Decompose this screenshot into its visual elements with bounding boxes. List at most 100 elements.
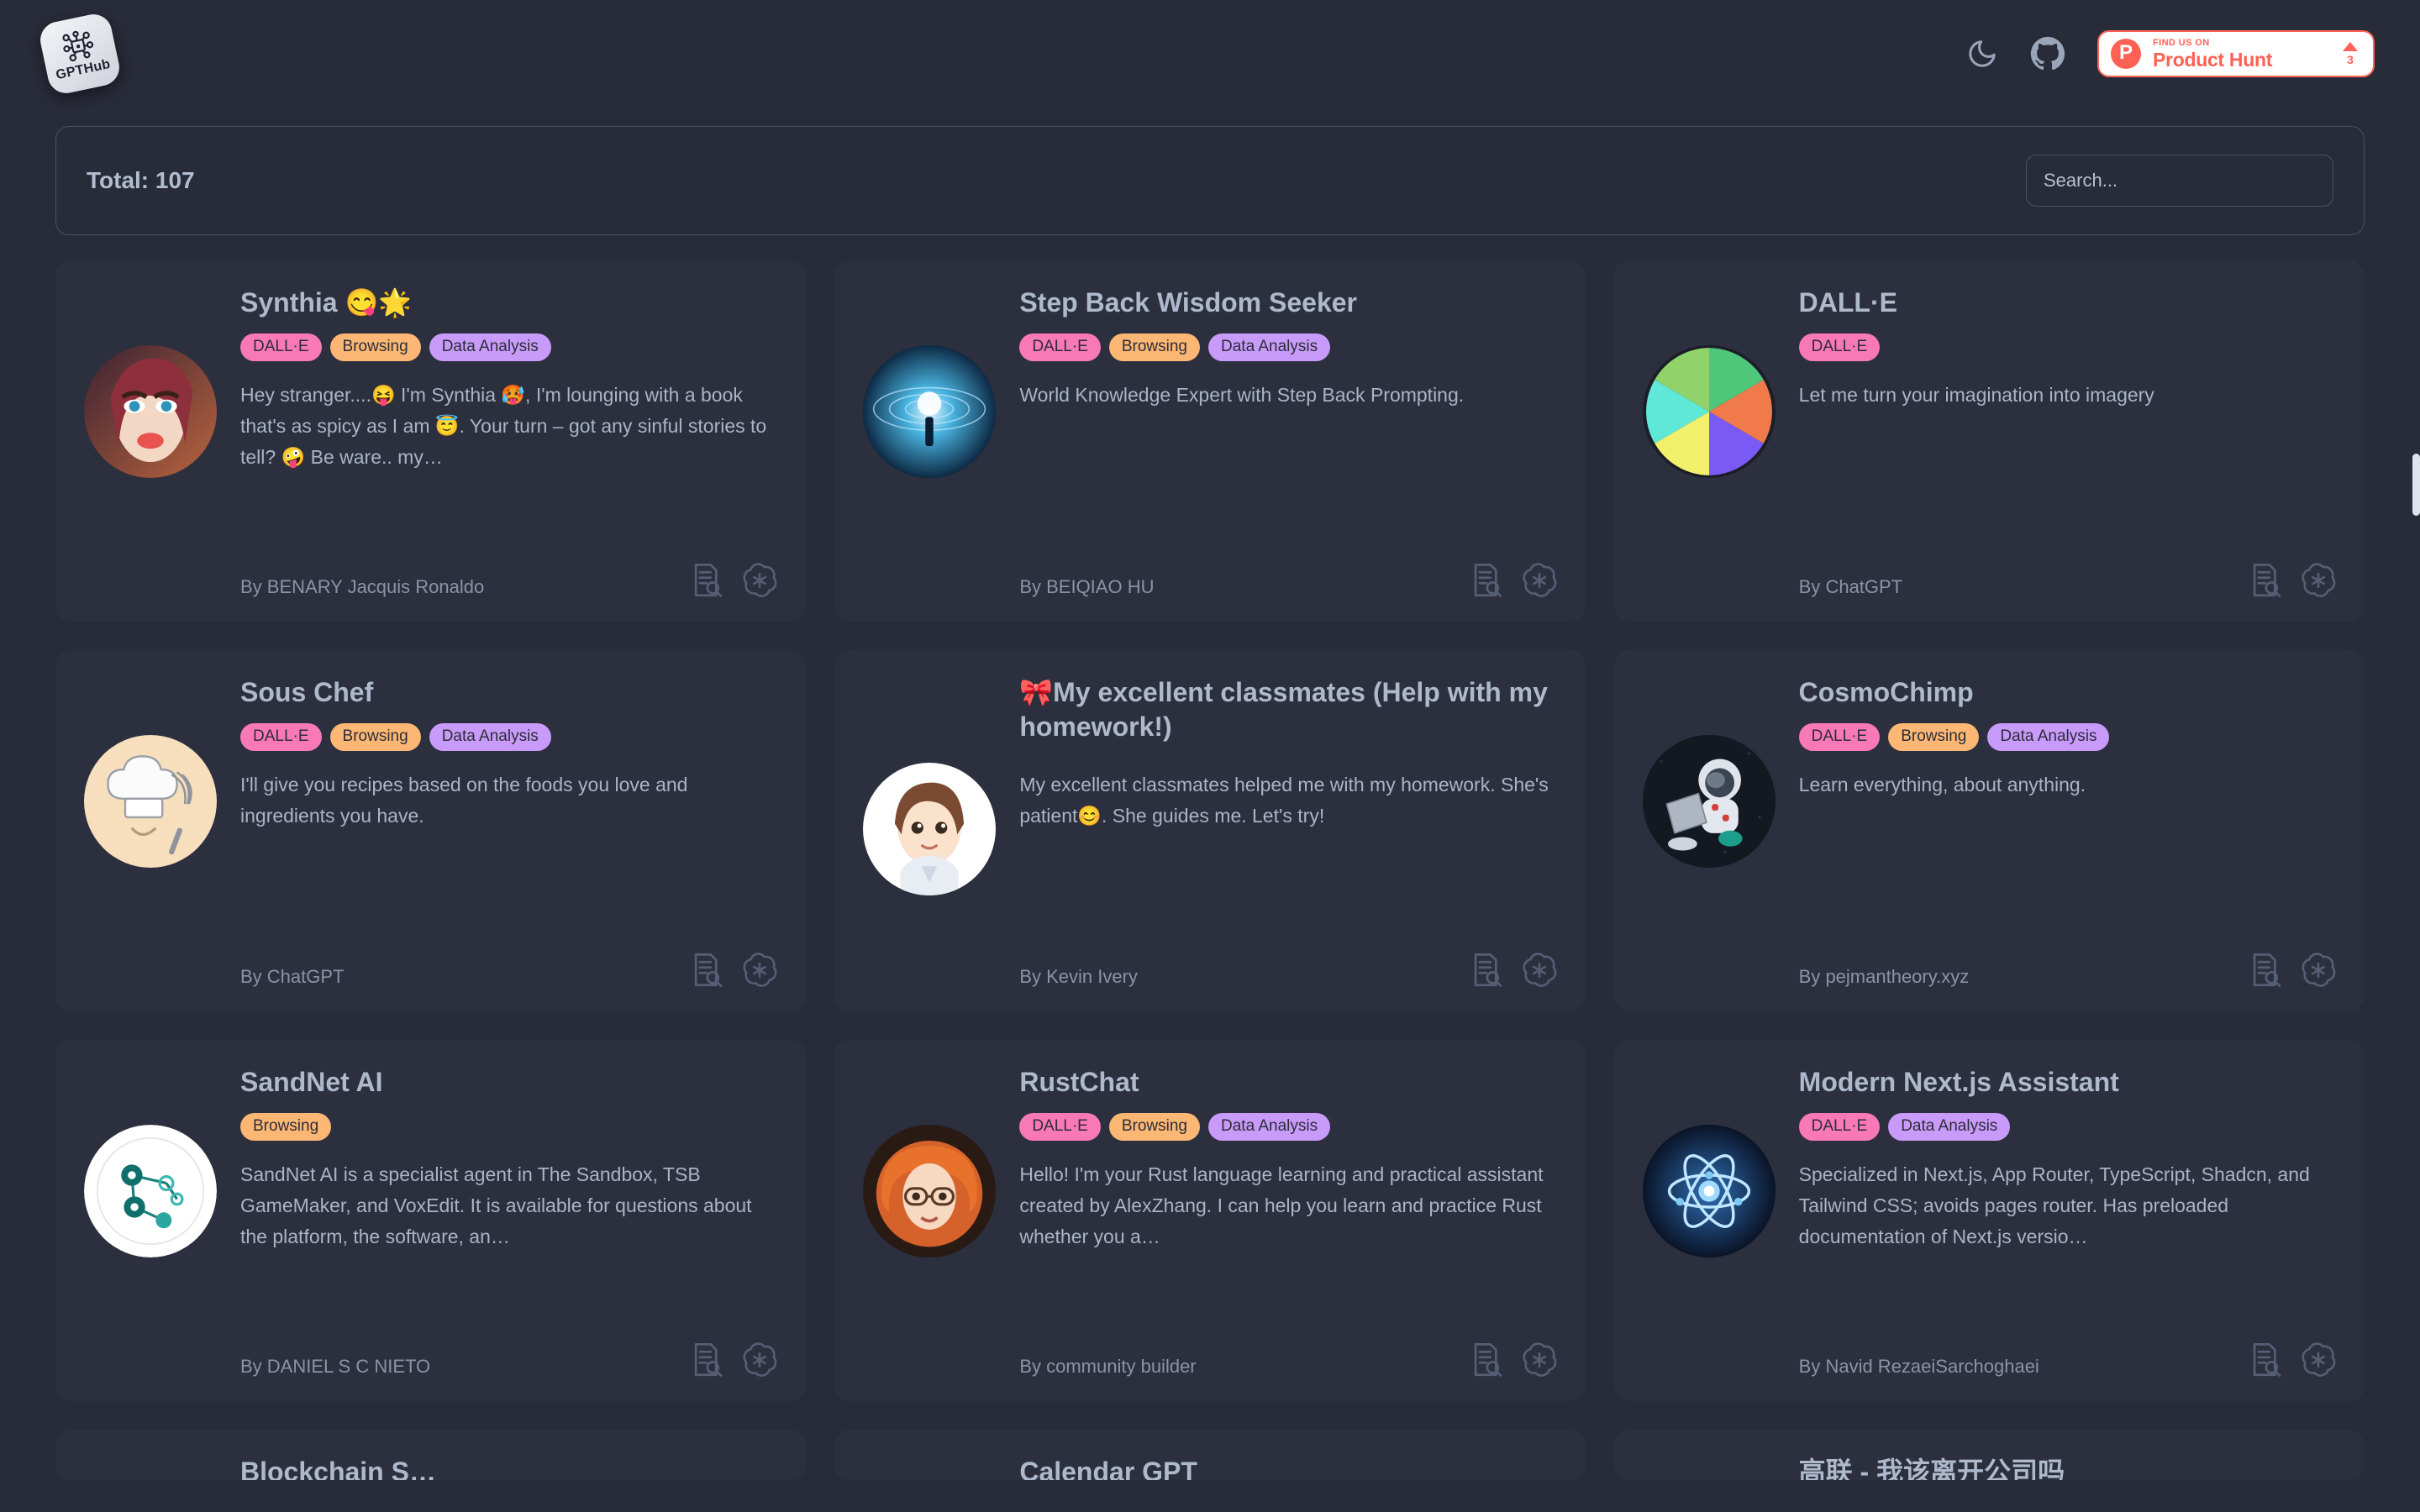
gpt-card[interactable]: Blockchain S… [55,1430,807,1480]
openai-logo-icon[interactable] [2301,953,2336,988]
openai-logo-icon[interactable] [742,563,777,598]
document-search-icon[interactable] [1470,563,1503,598]
tag-data-analysis[interactable]: Data Analysis [1208,1112,1331,1141]
document-search-icon[interactable] [690,953,723,988]
gpt-card-footer: By BEIQIAO HU [1019,563,1557,598]
gpt-card[interactable]: SandNet AI Browsing SandNet AI is a spec… [55,1040,807,1401]
gpt-card-description: Learn everything, about anything. [1798,773,2086,795]
tag-browsing[interactable]: Browsing [329,333,421,361]
search-input[interactable] [2026,155,2333,207]
gpt-card-title: Modern Next.js Assistant [1798,1067,2119,1097]
openai-logo-icon[interactable] [742,1342,777,1378]
openai-logo-icon[interactable] [742,953,777,988]
gpt-card-actions [690,1342,777,1378]
gpt-card[interactable]: CosmoChimp DALL·E Browsing Data Analysis L… [1613,650,2365,1011]
openai-logo-icon[interactable] [1522,563,1557,598]
tag-data-analysis[interactable]: Data Analysis [1987,722,2110,751]
gpt-card-title: Step Back Wisdom Seeker [1019,287,1357,318]
openai-logo-icon[interactable] [1522,1342,1557,1378]
product-hunt-badge[interactable]: P FIND US ON Product Hunt 3 [2097,30,2375,77]
product-hunt-upvote[interactable]: 3 [2343,41,2358,66]
gpt-card-description: World Knowledge Expert with Step Back Pr… [1019,383,1465,406]
tag-data-analysis[interactable]: Data Analysis [1888,1112,2011,1141]
gpt-card-grid-peek: Blockchain S… Calendar GPT 高联 - 我该离开公司吗 [0,1430,2420,1480]
gpt-card[interactable]: DALL·E DALL·E Let me turn your imaginati… [1613,260,2365,622]
gpt-card-footer: By pejmantheory.xyz [1799,953,2336,988]
document-search-icon[interactable] [690,563,723,598]
gpt-card-actions [690,563,777,598]
gpt-card-body: DALL·E Let me turn your imagination into… [1642,333,2336,546]
gpt-card-author: By BENARY Jacquis Ronaldo [240,576,485,597]
gpt-card-title: Sous Chef [240,677,374,707]
gpt-card-body: DALL·E Browsing Data Analysis Hello! I'm y… [863,1112,1556,1326]
header-actions: P FIND US ON Product Hunt 3 [1966,30,2375,77]
tag-dall-e[interactable]: DALL·E [1019,333,1101,361]
gpt-card-title: RustChat [1019,1067,1139,1097]
tag-data-analysis[interactable]: Data Analysis [429,722,551,751]
document-search-icon[interactable] [2249,953,2282,988]
moon-icon[interactable] [1966,38,1998,70]
document-search-icon[interactable] [2249,563,2282,598]
tag-browsing[interactable]: Browsing [1108,1112,1201,1141]
gpt-card-title: SandNet AI [240,1067,383,1097]
gpt-card-tags: DALL·E Browsing Data Analysis [240,333,777,361]
gpt-card-author: By Navid RezaeiSarchoghaei [1798,1356,2039,1377]
gpt-card-footer: By BENARY Jacquis Ronaldo [240,563,777,598]
tag-dall-e[interactable]: DALL·E [1019,1112,1101,1141]
tag-dall-e[interactable]: DALL·E [1798,722,1881,751]
app-logo[interactable]: GPTHub [34,8,126,100]
gpthub-chip-logo-icon [62,30,94,62]
tag-dall-e[interactable]: DALL·E [240,722,322,751]
gpt-card-title: Blockchain S… [240,1457,436,1480]
gpt-card-main: DALL·E Browsing Data Analysis Learn everyt… [1798,722,2336,936]
gpt-card-tags: Browsing [240,1112,777,1141]
gpt-card-tags: DALL·E [1798,333,2336,361]
gpt-card-footer: By Kevin Ivery [1019,953,1557,988]
gpt-card-main: DALL·E Browsing Data Analysis I'll give yo… [240,722,777,936]
gpt-card-description: My excellent classmates helped me with m… [1019,773,1549,827]
openai-logo-icon[interactable] [2301,1342,2336,1378]
tag-dall-e[interactable]: DALL·E [240,333,322,361]
gpt-card[interactable]: 🎀My excellent classmates (Help with my h… [834,650,1586,1011]
tag-dall-e[interactable]: DALL·E [1798,333,1881,361]
page-scrollbar-thumb[interactable] [2412,454,2420,516]
document-search-icon[interactable] [1470,1342,1503,1378]
gpt-card-tags: DALL·E Browsing Data Analysis [1019,333,1556,361]
tag-data-analysis[interactable]: Data Analysis [429,333,551,361]
gpt-card[interactable]: Modern Next.js Assistant DALL·E Data Anal… [1613,1040,2365,1401]
gpt-card-body: DALL·E Data Analysis Specialized in Next.… [1642,1112,2336,1326]
gpt-card-main: Browsing SandNet AI is a specialist agen… [240,1112,777,1326]
gpt-card[interactable]: Calendar GPT [834,1430,1586,1480]
gpt-card-main: DALL·E Let me turn your imagination into… [1798,333,2336,546]
gpt-card[interactable]: Synthia 😋🌟 DALL·E Browsing Data Analysis H… [55,260,807,622]
gpt-card-actions [2249,1342,2336,1378]
upvote-triangle-icon [2343,41,2358,51]
tag-dall-e[interactable]: DALL·E [1798,1112,1881,1141]
gpt-card-main: DALL·E Browsing Data Analysis Hey stranger… [240,333,777,546]
tag-browsing[interactable]: Browsing [1108,333,1201,361]
gpt-card-actions [1470,1342,1557,1378]
openai-logo-icon[interactable] [2301,563,2336,598]
tag-browsing[interactable]: Browsing [240,1112,332,1141]
gpt-card-footer: By community builder [1019,1342,1557,1378]
gpt-card[interactable]: RustChat DALL·E Browsing Data Analysis Hel… [834,1040,1586,1401]
document-search-icon[interactable] [1470,953,1503,988]
tag-browsing[interactable]: Browsing [1888,722,1980,751]
openai-logo-icon[interactable] [1522,953,1557,988]
gpt-card-body: DALL·E Browsing Data Analysis Hey stranger… [84,333,777,546]
tag-data-analysis[interactable]: Data Analysis [1208,333,1331,361]
gpt-card[interactable]: 高联 - 我该离开公司吗 [1613,1430,2365,1480]
gpt-card-body: DALL·E Browsing Data Analysis World Knowle… [863,333,1556,546]
gpt-card-description: Hey stranger....😝 I'm Synthia 🥵, I'm lou… [240,383,767,469]
tag-browsing[interactable]: Browsing [329,722,421,751]
gpt-card[interactable]: Sous Chef DALL·E Browsing Data Analysis I'… [55,650,807,1011]
gpt-card-main: My excellent classmates helped me with m… [1019,751,1556,936]
document-search-icon[interactable] [690,1342,723,1378]
gpt-card-author: By ChatGPT [240,966,345,987]
gpt-card-author: By pejmantheory.xyz [1798,966,1970,987]
github-icon[interactable] [2030,36,2065,71]
gpt-card[interactable]: Step Back Wisdom Seeker DALL·E Browsing Da… [834,260,1586,622]
chef-hat-whisk-avatar [84,734,217,868]
toolbar: Total: 107 [55,126,2365,235]
document-search-icon[interactable] [2249,1342,2282,1378]
